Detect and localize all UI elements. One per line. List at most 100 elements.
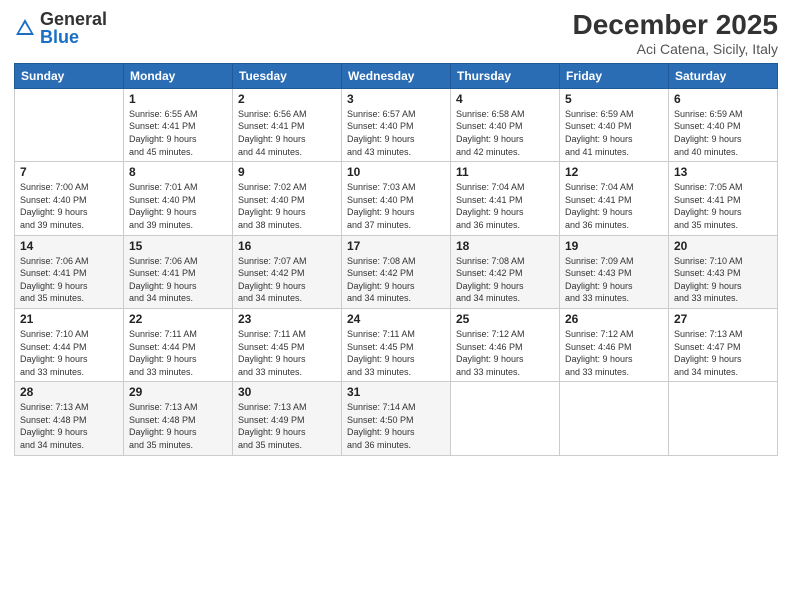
calendar-cell: 22 Sunrise: 7:11 AMSunset: 4:44 PMDayligh… <box>124 308 233 381</box>
calendar-cell: 4 Sunrise: 6:58 AMSunset: 4:40 PMDaylight… <box>451 88 560 161</box>
day-info: Sunrise: 6:56 AMSunset: 4:41 PMDaylight:… <box>238 108 336 158</box>
day-number: 11 <box>456 165 554 179</box>
calendar-cell: 6 Sunrise: 6:59 AMSunset: 4:40 PMDaylight… <box>669 88 778 161</box>
calendar-cell: 17 Sunrise: 7:08 AMSunset: 4:42 PMDayligh… <box>342 235 451 308</box>
day-number: 23 <box>238 312 336 326</box>
day-info: Sunrise: 7:11 AMSunset: 4:45 PMDaylight:… <box>347 328 445 378</box>
day-info: Sunrise: 7:01 AMSunset: 4:40 PMDaylight:… <box>129 181 227 231</box>
day-info: Sunrise: 7:14 AMSunset: 4:50 PMDaylight:… <box>347 401 445 451</box>
day-info: Sunrise: 7:05 AMSunset: 4:41 PMDaylight:… <box>674 181 772 231</box>
day-info: Sunrise: 7:13 AMSunset: 4:48 PMDaylight:… <box>20 401 118 451</box>
calendar-cell <box>669 382 778 455</box>
day-number: 29 <box>129 385 227 399</box>
calendar-cell: 30 Sunrise: 7:13 AMSunset: 4:49 PMDayligh… <box>233 382 342 455</box>
calendar-cell: 9Sunrise: 7:02 AMSunset: 4:40 PMDaylight… <box>233 162 342 235</box>
day-number: 15 <box>129 239 227 253</box>
calendar-cell: 25 Sunrise: 7:12 AMSunset: 4:46 PMDayligh… <box>451 308 560 381</box>
calendar-cell: 31Sunrise: 7:14 AMSunset: 4:50 PMDayligh… <box>342 382 451 455</box>
day-number: 1 <box>129 92 227 106</box>
day-number: 16 <box>238 239 336 253</box>
calendar-cell <box>560 382 669 455</box>
day-info: Sunrise: 7:08 AMSunset: 4:42 PMDaylight:… <box>456 255 554 305</box>
day-info: Sunrise: 6:59 AMSunset: 4:40 PMDaylight:… <box>674 108 772 158</box>
day-number: 26 <box>565 312 663 326</box>
day-number: 22 <box>129 312 227 326</box>
calendar-cell: 5Sunrise: 6:59 AMSunset: 4:40 PMDaylight… <box>560 88 669 161</box>
calendar-cell: 8 Sunrise: 7:01 AMSunset: 4:40 PMDaylight… <box>124 162 233 235</box>
col-saturday: Saturday <box>669 63 778 88</box>
calendar-week-3: 21Sunrise: 7:10 AMSunset: 4:44 PMDayligh… <box>15 308 778 381</box>
calendar-cell: 13Sunrise: 7:05 AMSunset: 4:41 PMDayligh… <box>669 162 778 235</box>
day-info: Sunrise: 7:11 AMSunset: 4:44 PMDaylight:… <box>129 328 227 378</box>
day-info: Sunrise: 7:06 AMSunset: 4:41 PMDaylight:… <box>129 255 227 305</box>
day-number: 4 <box>456 92 554 106</box>
calendar-cell: 15 Sunrise: 7:06 AMSunset: 4:41 PMDayligh… <box>124 235 233 308</box>
day-number: 17 <box>347 239 445 253</box>
day-info: Sunrise: 7:08 AMSunset: 4:42 PMDaylight:… <box>347 255 445 305</box>
day-info: Sunrise: 7:12 AMSunset: 4:46 PMDaylight:… <box>565 328 663 378</box>
calendar-cell: 16Sunrise: 7:07 AMSunset: 4:42 PMDayligh… <box>233 235 342 308</box>
col-sunday: Sunday <box>15 63 124 88</box>
day-info: Sunrise: 7:00 AMSunset: 4:40 PMDaylight:… <box>20 181 118 231</box>
day-info: Sunrise: 6:58 AMSunset: 4:40 PMDaylight:… <box>456 108 554 158</box>
day-info: Sunrise: 7:13 AMSunset: 4:49 PMDaylight:… <box>238 401 336 451</box>
title-area: December 2025 Aci Catena, Sicily, Italy <box>573 10 778 57</box>
calendar-cell: 10 Sunrise: 7:03 AMSunset: 4:40 PMDayligh… <box>342 162 451 235</box>
day-info: Sunrise: 6:55 AMSunset: 4:41 PMDaylight:… <box>129 108 227 158</box>
day-number: 21 <box>20 312 118 326</box>
day-info: Sunrise: 7:12 AMSunset: 4:46 PMDaylight:… <box>456 328 554 378</box>
calendar-cell: 21Sunrise: 7:10 AMSunset: 4:44 PMDayligh… <box>15 308 124 381</box>
day-number: 25 <box>456 312 554 326</box>
day-number: 8 <box>129 165 227 179</box>
day-info: Sunrise: 7:11 AMSunset: 4:45 PMDaylight:… <box>238 328 336 378</box>
calendar-cell: 12Sunrise: 7:04 AMSunset: 4:41 PMDayligh… <box>560 162 669 235</box>
day-number: 20 <box>674 239 772 253</box>
day-info: Sunrise: 7:09 AMSunset: 4:43 PMDaylight:… <box>565 255 663 305</box>
day-number: 6 <box>674 92 772 106</box>
calendar-cell: 7 Sunrise: 7:00 AMSunset: 4:40 PMDaylight… <box>15 162 124 235</box>
day-info: Sunrise: 6:59 AMSunset: 4:40 PMDaylight:… <box>565 108 663 158</box>
main-title: December 2025 <box>573 10 778 41</box>
day-number: 24 <box>347 312 445 326</box>
calendar-cell <box>15 88 124 161</box>
calendar-cell: 14 Sunrise: 7:06 AMSunset: 4:41 PMDayligh… <box>15 235 124 308</box>
calendar-cell: 27Sunrise: 7:13 AMSunset: 4:47 PMDayligh… <box>669 308 778 381</box>
day-info: Sunrise: 7:13 AMSunset: 4:48 PMDaylight:… <box>129 401 227 451</box>
col-friday: Friday <box>560 63 669 88</box>
subtitle: Aci Catena, Sicily, Italy <box>573 41 778 57</box>
day-number: 2 <box>238 92 336 106</box>
calendar-cell: 18 Sunrise: 7:08 AMSunset: 4:42 PMDayligh… <box>451 235 560 308</box>
calendar-week-4: 28 Sunrise: 7:13 AMSunset: 4:48 PMDayligh… <box>15 382 778 455</box>
calendar-cell: 19 Sunrise: 7:09 AMSunset: 4:43 PMDayligh… <box>560 235 669 308</box>
calendar-cell: 29 Sunrise: 7:13 AMSunset: 4:48 PMDayligh… <box>124 382 233 455</box>
calendar-week-1: 7 Sunrise: 7:00 AMSunset: 4:40 PMDaylight… <box>15 162 778 235</box>
calendar-cell: 26 Sunrise: 7:12 AMSunset: 4:46 PMDayligh… <box>560 308 669 381</box>
day-info: Sunrise: 7:04 AMSunset: 4:41 PMDaylight:… <box>456 181 554 231</box>
day-number: 28 <box>20 385 118 399</box>
day-number: 14 <box>20 239 118 253</box>
calendar-week-2: 14 Sunrise: 7:06 AMSunset: 4:41 PMDayligh… <box>15 235 778 308</box>
day-info: Sunrise: 6:57 AMSunset: 4:40 PMDaylight:… <box>347 108 445 158</box>
day-number: 10 <box>347 165 445 179</box>
calendar-week-0: 1 Sunrise: 6:55 AMSunset: 4:41 PMDaylight… <box>15 88 778 161</box>
day-number: 30 <box>238 385 336 399</box>
day-number: 18 <box>456 239 554 253</box>
day-number: 19 <box>565 239 663 253</box>
day-info: Sunrise: 7:06 AMSunset: 4:41 PMDaylight:… <box>20 255 118 305</box>
calendar-cell: 1 Sunrise: 6:55 AMSunset: 4:41 PMDaylight… <box>124 88 233 161</box>
col-thursday: Thursday <box>451 63 560 88</box>
calendar-cell: 24 Sunrise: 7:11 AMSunset: 4:45 PMDayligh… <box>342 308 451 381</box>
logo-blue: Blue <box>40 28 107 46</box>
logo-text: General Blue <box>40 10 107 46</box>
col-wednesday: Wednesday <box>342 63 451 88</box>
calendar: Sunday Monday Tuesday Wednesday Thursday… <box>14 63 778 456</box>
calendar-cell: 28 Sunrise: 7:13 AMSunset: 4:48 PMDayligh… <box>15 382 124 455</box>
day-number: 7 <box>20 165 118 179</box>
calendar-cell: 11 Sunrise: 7:04 AMSunset: 4:41 PMDayligh… <box>451 162 560 235</box>
day-info: Sunrise: 7:03 AMSunset: 4:40 PMDaylight:… <box>347 181 445 231</box>
day-number: 3 <box>347 92 445 106</box>
logo-general: General <box>40 10 107 28</box>
calendar-cell <box>451 382 560 455</box>
day-info: Sunrise: 7:02 AMSunset: 4:40 PMDaylight:… <box>238 181 336 231</box>
col-tuesday: Tuesday <box>233 63 342 88</box>
